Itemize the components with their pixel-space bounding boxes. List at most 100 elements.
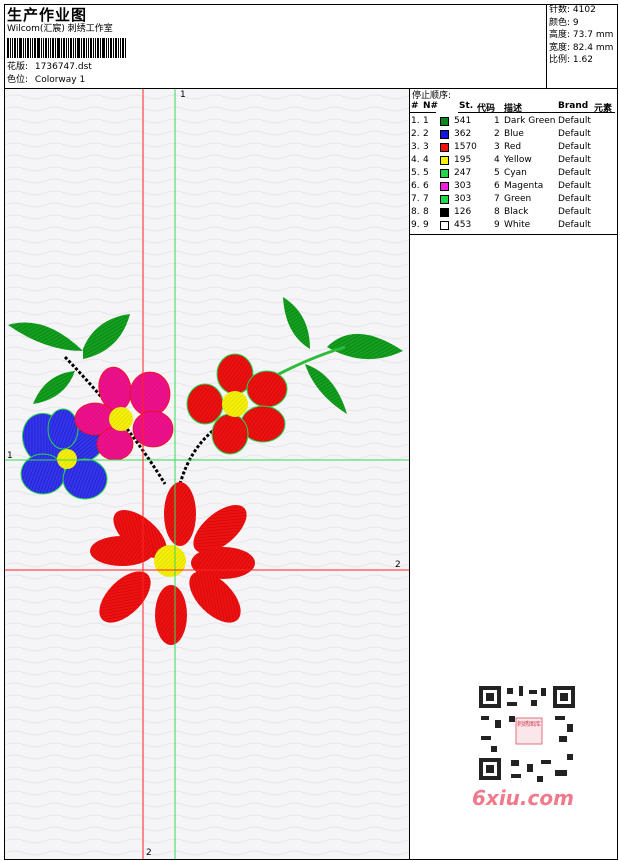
row-description: Cyan	[504, 168, 527, 178]
barcode-bar	[93, 38, 94, 58]
barcode-bar	[14, 38, 16, 58]
watermark-text: 6xiu.com	[472, 786, 574, 810]
guide-label-red-right: 2	[395, 560, 401, 570]
legend-row: 2. 2 362 2 Blue Default	[410, 128, 616, 141]
design-preview	[5, 89, 409, 859]
barcode-bar	[43, 38, 44, 58]
row-description: Magenta	[504, 181, 544, 191]
barcode	[7, 38, 142, 58]
stitch-count: 针数: 4102	[549, 5, 596, 15]
guide-label-green-top: 1	[180, 90, 186, 100]
col-brand: Brand	[558, 101, 589, 111]
col-stitches: St.	[459, 101, 474, 111]
barcode-bar	[17, 38, 18, 58]
barcode-bar	[50, 38, 51, 58]
row-brand: Default	[558, 116, 591, 126]
row-brand: Default	[558, 129, 591, 139]
legend-row: 6. 6 303 6 Magenta Default	[410, 180, 616, 193]
barcode-bar	[90, 38, 92, 58]
file-row: 花版: 1736747.dst	[7, 62, 92, 73]
row-code: 1	[494, 116, 500, 126]
barcode-bar	[81, 38, 82, 58]
barcode-bar	[108, 38, 109, 58]
row-brand: Default	[558, 181, 591, 191]
barcode-bar	[100, 38, 101, 58]
qr-code-icon	[479, 686, 575, 782]
design-stats: 针数: 4102 颜色: 9 高度: 73.7 mm 宽度: 82.4 mm 比…	[549, 5, 613, 68]
row-hash: 4.	[411, 155, 420, 165]
row-needle: 6	[423, 181, 429, 191]
barcode-bar	[95, 38, 96, 58]
file-label: 花版:	[7, 62, 29, 72]
legend-row: 1. 1 541 1 Dark Green Default	[410, 115, 616, 128]
row-description: Blue	[504, 129, 524, 139]
row-hash: 7.	[411, 194, 420, 204]
legend-row: 7. 7 303 7 Green Default	[410, 193, 616, 206]
barcode-bar	[27, 38, 29, 58]
row-stitches: 541	[454, 116, 472, 126]
row-code: 9	[494, 220, 500, 230]
barcode-bar	[102, 38, 105, 58]
barcode-bar	[118, 38, 119, 58]
row-stitches: 453	[454, 220, 472, 230]
row-code: 8	[494, 207, 500, 217]
barcode-bar	[23, 38, 24, 58]
row-stitches: 126	[454, 207, 472, 217]
row-hash: 3.	[411, 142, 420, 152]
row-brand: Default	[558, 220, 591, 230]
header-underline	[458, 112, 615, 113]
color-count: 颜色: 9	[549, 17, 579, 28]
color-swatch	[440, 156, 449, 165]
row-stitches: 303	[454, 194, 472, 204]
embroidery-canvas: 1 1 2 2	[5, 89, 409, 859]
barcode-bar	[19, 38, 22, 58]
row-code: 4	[494, 155, 500, 165]
row-code: 7	[494, 194, 500, 204]
row-description: Dark Green	[504, 116, 556, 126]
row-needle: 5	[423, 168, 429, 178]
row-needle: 4	[423, 155, 429, 165]
file-name: 1736747.dst	[34, 62, 92, 72]
legend-row: 9. 9 453 9 White Default	[410, 219, 616, 232]
row-code: 2	[494, 129, 500, 139]
row-brand: Default	[558, 168, 591, 178]
design-height: 高度: 73.7 mm	[549, 30, 614, 40]
barcode-bar	[77, 38, 80, 58]
row-description: Black	[504, 207, 529, 217]
barcode-bar	[45, 38, 47, 58]
design-scale: 比例: 1.62	[549, 55, 593, 65]
colorway-name: Colorway 1	[34, 75, 86, 85]
barcode-bar	[106, 38, 107, 58]
row-brand: Default	[558, 142, 591, 152]
row-hash: 5.	[411, 168, 420, 178]
legend-row: 4. 4 195 4 Yellow Default	[410, 154, 616, 167]
legend-row: 3. 3 1570 3 Red Default	[410, 141, 616, 154]
barcode-bar	[41, 38, 42, 58]
row-code: 6	[494, 181, 500, 191]
barcode-bar	[120, 38, 121, 58]
row-brand: Default	[558, 155, 591, 165]
header-underline	[410, 112, 436, 113]
row-needle: 1	[423, 116, 429, 126]
barcode-bar	[61, 38, 62, 58]
row-description: White	[504, 220, 531, 230]
barcode-bar	[37, 38, 40, 58]
col-n: N#	[423, 101, 439, 111]
row-code: 3	[494, 142, 500, 152]
guide-label-red-bottom: 2	[146, 848, 152, 858]
barcode-bar	[70, 38, 72, 58]
row-needle: 3	[423, 142, 429, 152]
row-needle: 7	[423, 194, 429, 204]
color-swatch	[440, 143, 449, 152]
barcode-bar	[68, 38, 69, 58]
color-swatch	[440, 130, 449, 139]
barcode-bar	[88, 38, 89, 58]
barcode-bar	[73, 38, 74, 58]
barcode-bar	[83, 38, 85, 58]
barcode-bar	[63, 38, 65, 58]
barcode-bar	[12, 38, 13, 58]
color-swatch	[440, 117, 449, 126]
legend-row: 8. 8 126 8 Black Default	[410, 206, 616, 219]
row-description: Yellow	[504, 155, 532, 165]
barcode-bar	[113, 38, 114, 58]
